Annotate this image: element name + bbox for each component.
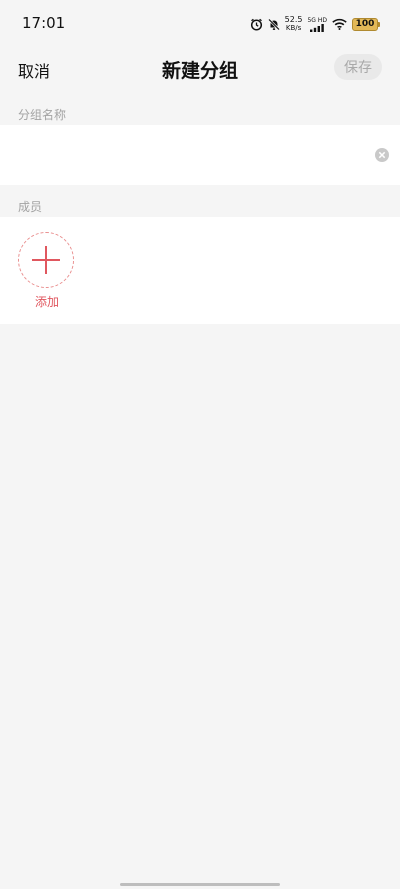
group-name-row — [0, 125, 400, 185]
battery-level: 100 — [355, 19, 375, 29]
network-speed: 52.5 KB/s — [284, 15, 303, 33]
signal-label: 5G HD — [307, 16, 327, 24]
add-member-circle — [18, 232, 74, 288]
add-member-button[interactable]: 添加 — [18, 232, 76, 310]
battery-icon: 100 — [352, 17, 380, 31]
add-member-label: 添加 — [34, 295, 59, 309]
clear-icon — [378, 151, 386, 159]
status-time: 17:01 — [22, 14, 66, 32]
navigation-bar: 取消 新建分组 保存 — [0, 46, 400, 93]
status-bar: 17:01 52.5 KB/s 5G HD 100 — [0, 0, 400, 46]
status-icons: 52.5 KB/s 5G HD 100 — [250, 14, 380, 34]
bell-off-icon — [267, 18, 280, 30]
new-group-screen: 17:01 52.5 KB/s 5G HD 100 取消 新建分组 保存 分组名… — [0, 0, 400, 889]
members-panel: 添加 — [0, 217, 400, 324]
members-section-label: 成员 — [18, 200, 43, 214]
home-indicator[interactable] — [120, 883, 280, 886]
cellular-signal: 5G HD — [307, 17, 327, 32]
clear-button[interactable] — [375, 148, 389, 162]
network-speed-unit: KB/s — [285, 24, 302, 32]
network-speed-value: 52.5 — [284, 15, 303, 24]
group-name-section-label: 分组名称 — [18, 108, 67, 122]
save-button[interactable]: 保存 — [334, 54, 382, 80]
group-name-input[interactable] — [18, 125, 358, 185]
wifi-icon — [332, 18, 347, 30]
plus-icon — [32, 246, 60, 274]
alarm-icon — [250, 18, 262, 31]
signal-bars-icon — [310, 23, 325, 32]
